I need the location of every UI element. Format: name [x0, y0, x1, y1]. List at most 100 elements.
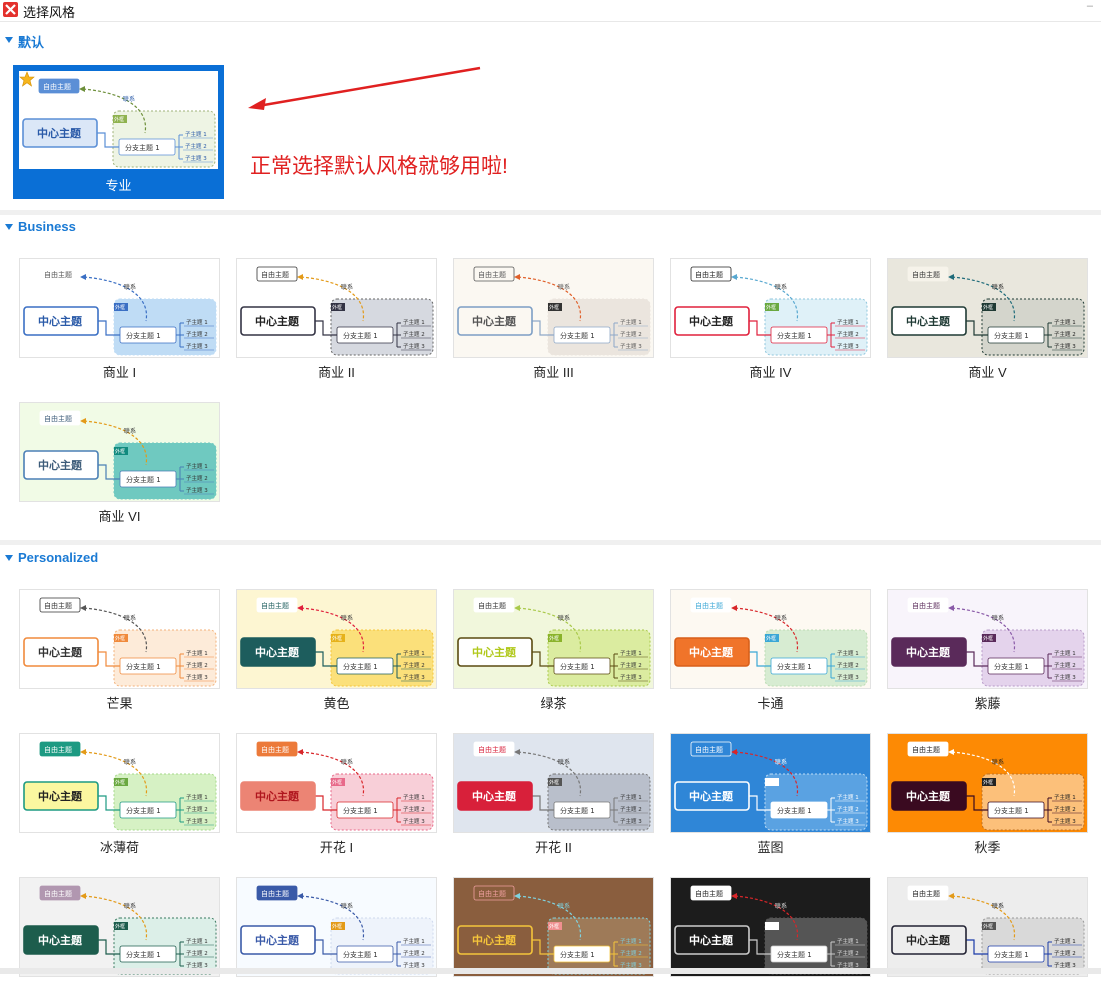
center-topic-text: 中心主题: [689, 789, 734, 803]
center-topic-text: 中心主题: [255, 789, 300, 803]
style-tile[interactable]: 中心主题 自由主题 联系 外框 分支主题 1 子主题 1 子主题 2 子主题 3 商业 IV: [670, 258, 871, 383]
style-tile[interactable]: 中心主题 自由主题 联系 外框 分支主题 1 子主题 1 子主题 2 子主题 3 商业 III: [453, 258, 654, 383]
relation-label: 联系: [775, 902, 787, 910]
style-tile[interactable]: 中心主题 自由主题 联系 外框 分支主题 1 子主题 1 子主题 2 子主题 3: [670, 877, 871, 1002]
floating-topic-text: 自由主题: [43, 82, 71, 91]
style-tile[interactable]: 中心主题 自由主题 联系 外框 分支主题 1 子主题 1 子主题 2 子主题 3 专业: [13, 65, 224, 199]
boundary-tag-text: 外框: [766, 304, 776, 311]
style-tile[interactable]: 中心主题 自由主题 联系 外框 分支主题 1 子主题 1 子主题 2 子主题 3: [236, 877, 437, 1002]
style-label: 冰薄荷: [99, 840, 139, 855]
mindmap-preview: 中心主题自由主题联系外框分支主题 1子主题 1子主题 2子主题 3: [23, 597, 217, 687]
mindmap-preview: 中心主题自由主题联系外框分支主题 1子主题 1子主题 2子主题 3: [240, 885, 434, 975]
relation-arrowhead: [948, 274, 954, 280]
sub-topic-text: 子主题 3: [403, 342, 425, 350]
sub-topic-text: 子主题 2: [620, 330, 642, 338]
boundary-tag-text: 外框: [549, 304, 559, 311]
mindmap-preview: 中心主题自由主题联系外框分支主题 1子主题 1子主题 2子主题 3: [457, 597, 651, 687]
relation-label: 联系: [558, 758, 570, 766]
sub-topic-text: 子主题 2: [837, 805, 859, 813]
horizontal-scrollbar[interactable]: [0, 968, 1101, 974]
branch-topic-text: 分支主题 1: [343, 950, 378, 959]
relation-label: 联系: [992, 758, 1004, 766]
floating-topic-text: 自由主题: [478, 745, 506, 754]
style-tile[interactable]: 中心主题 自由主题 联系 外框 分支主题 1 子主题 1 子主题 2 子主题 3 秋季: [887, 733, 1088, 858]
sub-topic-text: 子主题 1: [186, 649, 208, 657]
sub-topic-text: 子主题 1: [837, 793, 859, 801]
relation-arrowhead: [514, 605, 520, 611]
mindmap-preview: 中心主题自由主题联系外框分支主题 1子主题 1子主题 2子主题 3: [674, 885, 868, 975]
style-thumbnail: 中心主题 自由主题 联系 外框 分支主题 1 子主题 1 子主题 2 子主题 3: [887, 589, 1088, 689]
mindmap-preview: 中心主题自由主题联系外框分支主题 1子主题 1子主题 2子主题 3: [23, 266, 217, 356]
sub-topic-text: 子主题 3: [186, 673, 208, 681]
relation-label: 联系: [992, 614, 1004, 622]
sub-topic-text: 子主题 1: [185, 130, 207, 138]
style-tile[interactable]: 中心主题 自由主题 联系 外框 分支主题 1 子主题 1 子主题 2 子主题 3 紫藤: [887, 589, 1088, 714]
center-topic-text: 中心主题: [689, 645, 734, 659]
style-tile[interactable]: 中心主题 自由主题 联系 外框 分支主题 1 子主题 1 子主题 2 子主题 3 开花 I: [236, 733, 437, 858]
mindmap-preview: 中心主题自由主题联系外框分支主题 1子主题 1子主题 2子主题 3: [23, 885, 217, 975]
sub-topic-text: 子主题 3: [186, 486, 208, 494]
floating-topic-text: 自由主题: [912, 601, 940, 610]
style-label: 商业 IV: [749, 365, 792, 380]
branch-topic-text: 分支主题 1: [777, 331, 812, 340]
sub-topic-text: 子主题 2: [403, 949, 425, 957]
section-header-default[interactable]: 默认: [0, 29, 1101, 53]
style-label: 专业: [105, 178, 132, 193]
style-thumbnail: 中心主题 自由主题 联系 外框 分支主题 1 子主题 1 子主题 2 子主题 3: [453, 877, 654, 977]
caret-down-icon: [5, 224, 13, 230]
style-tile[interactable]: 中心主题 自由主题 联系 外框 分支主题 1 子主题 1 子主题 2 子主题 3: [453, 877, 654, 1002]
center-topic-text: 中心主题: [906, 645, 951, 659]
style-tile[interactable]: 中心主题 自由主题 联系 外框 分支主题 1 子主题 1 子主题 2 子主题 3 冰薄荷: [19, 733, 220, 858]
style-thumbnail: 中心主题 自由主题 联系 外框 分支主题 1 子主题 1 子主题 2 子主题 3: [19, 258, 220, 358]
relation-label: 联系: [341, 614, 353, 622]
style-tile[interactable]: 中心主题 自由主题 联系 外框 分支主题 1 子主题 1 子主题 2 子主题 3 绿茶: [453, 589, 654, 714]
sub-topic-text: 子主题 2: [620, 949, 642, 957]
section-header-business[interactable]: Business: [0, 216, 1101, 240]
sub-topic-text: 子主题 1: [837, 318, 859, 326]
section-label: 默认: [18, 35, 45, 50]
center-topic-text: 中心主题: [255, 314, 300, 328]
style-tile[interactable]: 中心主题 自由主题 联系 外框 分支主题 1 子主题 1 子主题 2 子主题 3 黄色: [236, 589, 437, 714]
sub-topic-text: 子主题 1: [837, 649, 859, 657]
style-thumbnail: 中心主题 自由主题 联系 外框 分支主题 1 子主题 1 子主题 2 子主题 3: [670, 589, 871, 689]
center-topic-text: 中心主题: [38, 933, 83, 947]
boundary-tag-text: 外框: [332, 779, 342, 786]
floating-topic-text: 自由主题: [695, 745, 723, 754]
sub-topic-text: 子主题 3: [186, 342, 208, 350]
style-tile[interactable]: 中心主题 自由主题 联系 外框 分支主题 1 子主题 1 子主题 2 子主题 3 蓝图: [670, 733, 871, 858]
style-tile[interactable]: 中心主题 自由主题 联系 外框 分支主题 1 子主题 1 子主题 2 子主题 3 商业 V: [887, 258, 1088, 383]
boundary-tag-text: 外框: [983, 635, 993, 642]
branch-topic-text: 分支主题 1: [777, 662, 812, 671]
section-header-personalized[interactable]: Personalized: [0, 547, 1101, 571]
style-thumbnail: 中心主题 自由主题 联系 外框 分支主题 1 子主题 1 子主题 2 子主题 3: [887, 733, 1088, 833]
sub-topic-text: 子主题 1: [186, 937, 208, 945]
sub-topic-text: 子主题 2: [403, 330, 425, 338]
style-tile[interactable]: 中心主题 自由主题 联系 外框 分支主题 1 子主题 1 子主题 2 子主题 3 商业 VI: [19, 402, 220, 527]
mindmap-preview: 中心主题自由主题联系外框分支主题 1子主题 1子主题 2子主题 3: [240, 266, 434, 356]
mindmap-preview: 中心主题自由主题联系外框分支主题 1子主题 1子主题 2子主题 3: [457, 885, 651, 975]
mindmap-preview: 中心主题自由主题联系外框分支主题 1子主题 1子主题 2子主题 3: [240, 741, 434, 831]
mindmap-preview: 中心主题自由主题联系外框分支主题 1子主题 1子主题 2子主题 3: [674, 266, 868, 356]
boundary-tag-text: 外框: [115, 448, 125, 455]
section-label: Business: [18, 219, 76, 234]
style-tile[interactable]: 中心主题 自由主题 联系 外框 分支主题 1 子主题 1 子主题 2 子主题 3 商业 II: [236, 258, 437, 383]
style-thumbnail: 中心主题 自由主题 联系 外框 分支主题 1 子主题 1 子主题 2 子主题 3: [670, 733, 871, 833]
style-tile[interactable]: 中心主题 自由主题 联系 外框 分支主题 1 子主题 1 子主题 2 子主题 3: [887, 877, 1088, 1002]
window-control-icon[interactable]: ‒: [1087, 0, 1093, 12]
relation-label: 联系: [123, 95, 135, 103]
style-tile[interactable]: 中心主题 自由主题 联系 外框 分支主题 1 子主题 1 子主题 2 子主题 3 开花 II: [453, 733, 654, 858]
annotation-arrow: [248, 66, 481, 110]
relation-arrowhead: [297, 749, 303, 755]
style-tile[interactable]: 中心主题 自由主题 联系 外框 分支主题 1 子主题 1 子主题 2 子主题 3 商业 I: [19, 258, 220, 383]
boundary-tag-text: 外框: [549, 779, 559, 786]
sub-topic-text: 子主题 2: [1054, 330, 1076, 338]
relation-arrowhead: [731, 605, 737, 611]
style-tile[interactable]: 中心主题 自由主题 联系 外框 分支主题 1 子主题 1 子主题 2 子主题 3: [19, 877, 220, 1002]
branch-topic-text: 分支主题 1: [125, 143, 160, 152]
style-tile[interactable]: 中心主题 自由主题 联系 外框 分支主题 1 子主题 1 子主题 2 子主题 3 卡通: [670, 589, 871, 714]
relation-arrowhead: [731, 274, 737, 280]
sub-topic-text: 子主题 1: [1054, 937, 1076, 945]
sub-topic-text: 子主题 1: [837, 937, 859, 945]
style-tile[interactable]: 中心主题 自由主题 联系 外框 分支主题 1 子主题 1 子主题 2 子主题 3 芒果: [19, 589, 220, 714]
style-thumbnail: 中心主题 自由主题 联系 外框 分支主题 1 子主题 1 子主题 2 子主题 3: [19, 733, 220, 833]
